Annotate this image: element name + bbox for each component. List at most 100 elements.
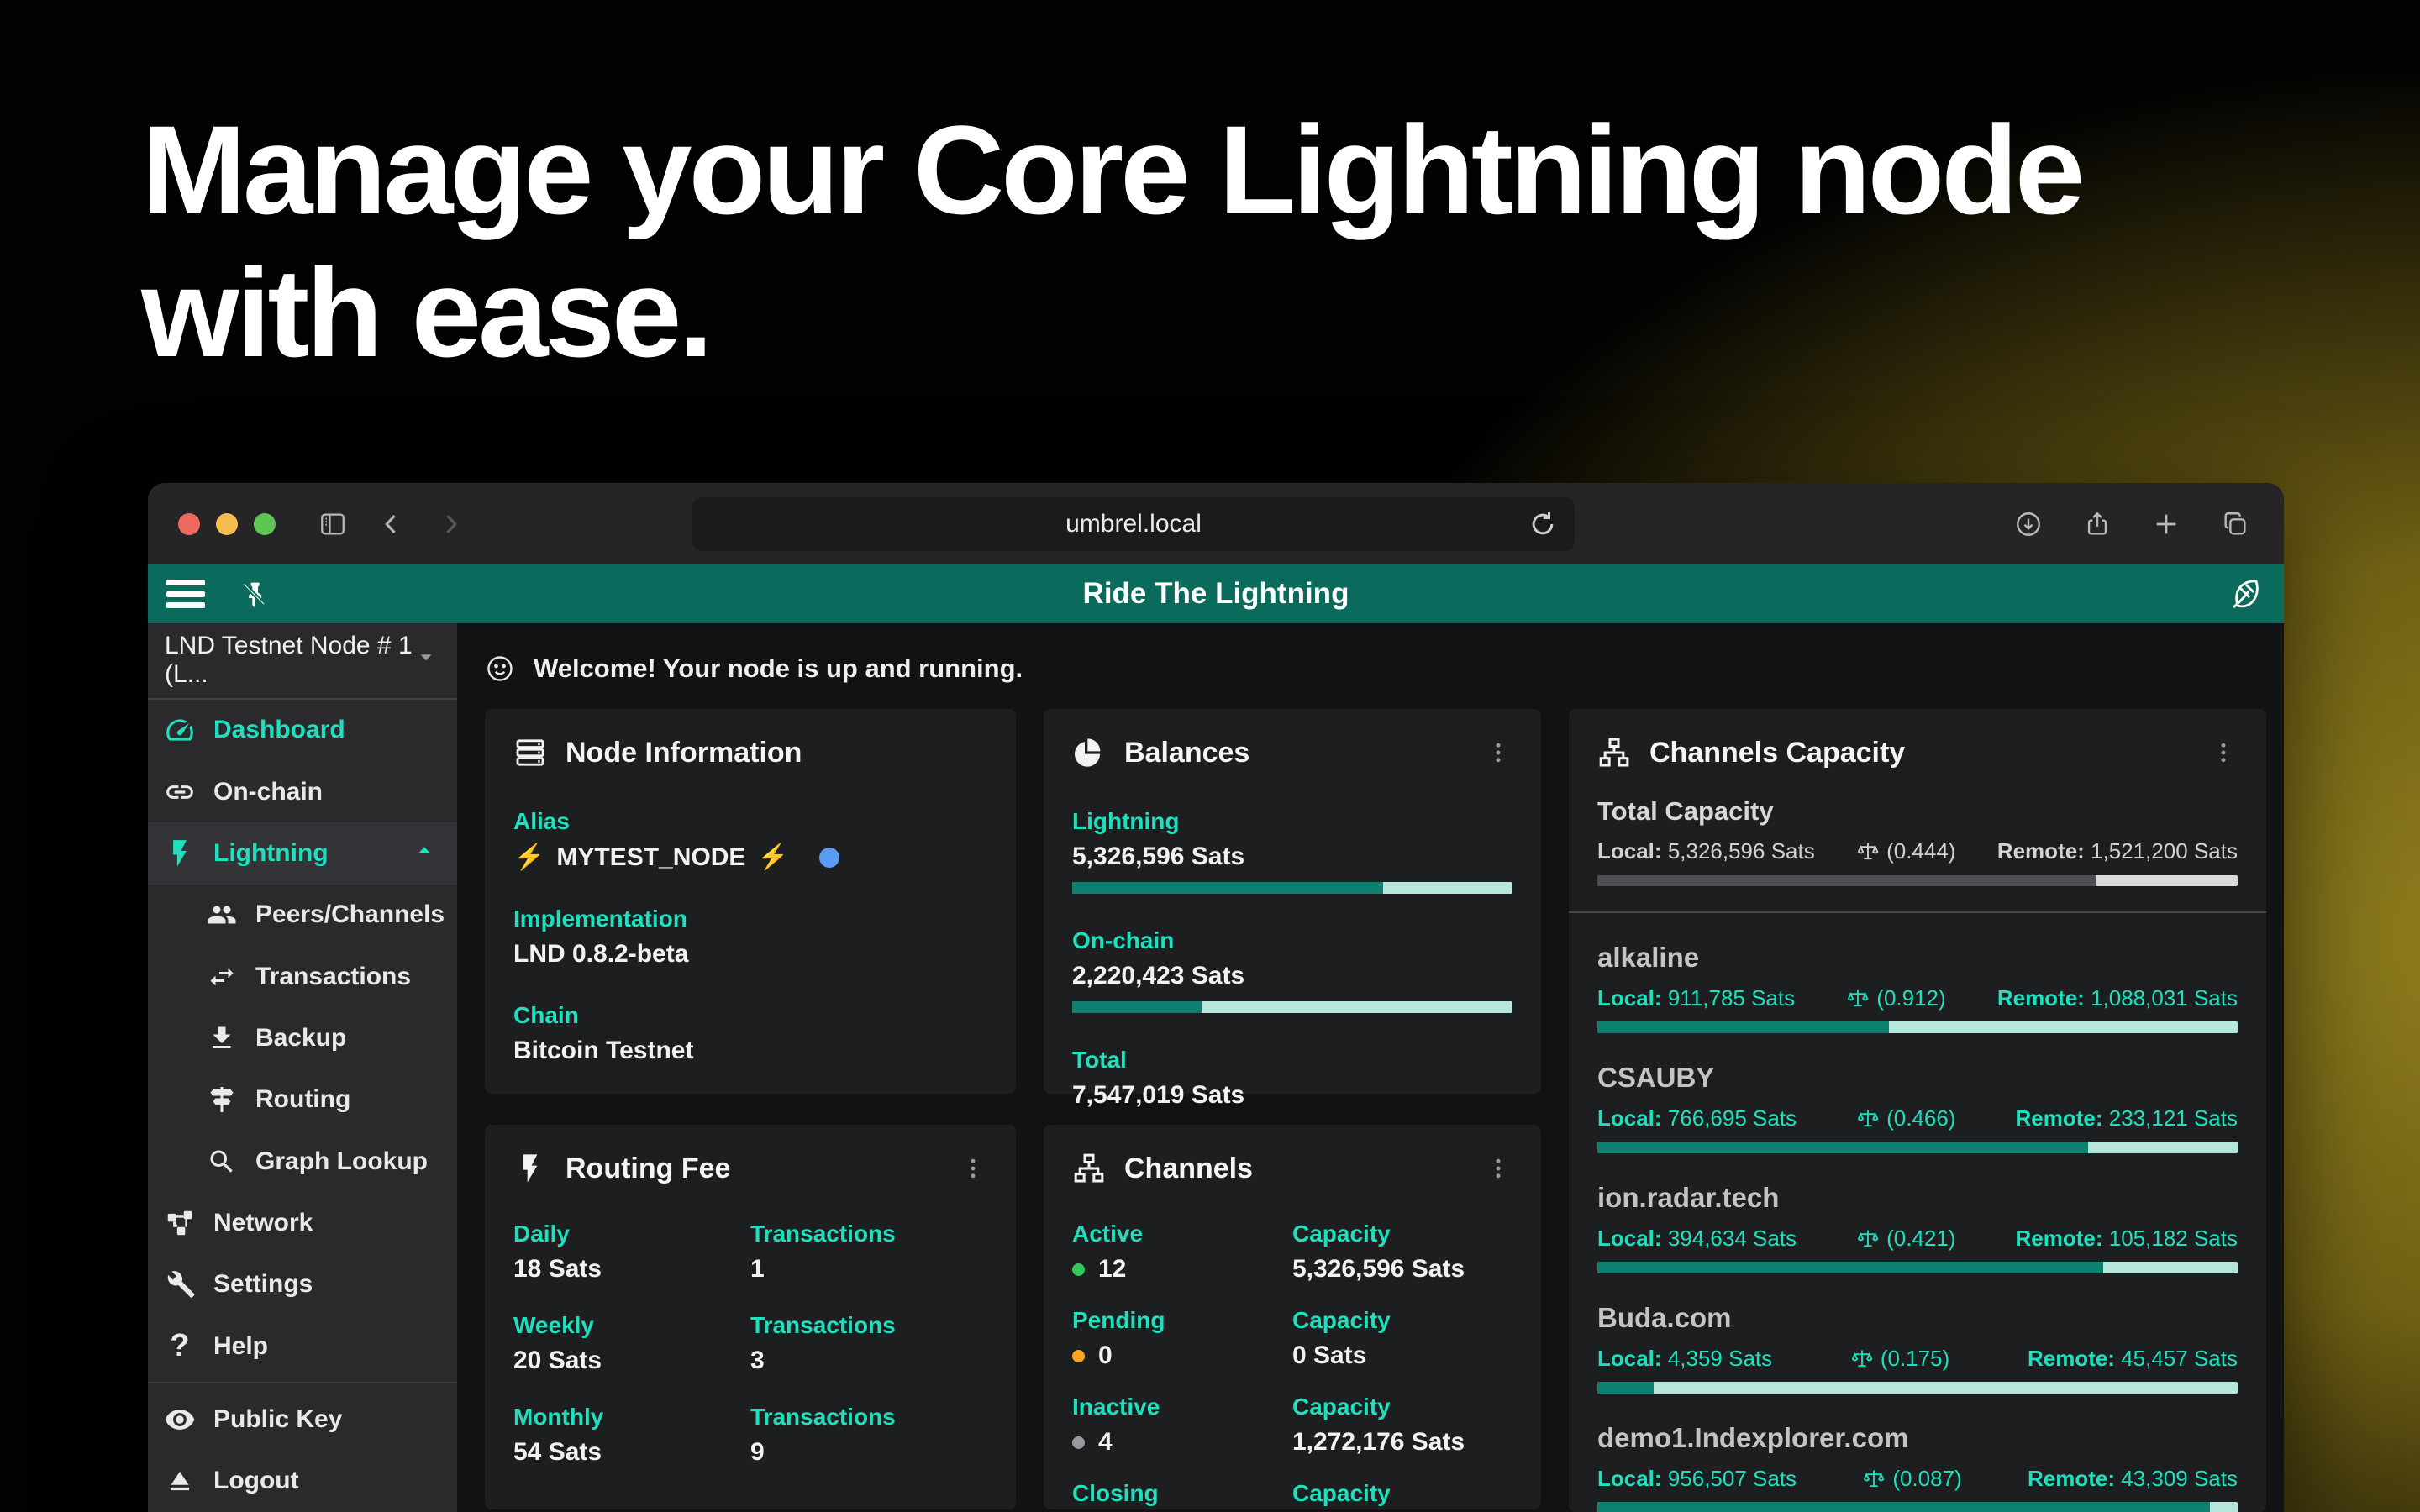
sidebar-item-network[interactable]: Network [148,1192,457,1253]
sidebar-item-logout[interactable]: Logout [148,1451,457,1512]
plus-icon [2152,510,2181,538]
balance-bar [1072,1001,1512,1013]
chevron-down-icon [415,646,437,675]
sidebar-item-routing[interactable]: Routing [148,1069,457,1131]
capacity-bar [1597,1262,2238,1273]
alias-value: ⚡MYTEST_NODE⚡ [513,843,987,872]
channel-row: demo1.Indexplorer.com Local: 956,507 Sat… [1597,1422,2238,1512]
balance-scale-icon [1850,1347,1874,1371]
balance-label: Total [1072,1047,1512,1074]
tx-cell: Transactions 9 [750,1404,987,1467]
sidebar-item-transactions[interactable]: Transactions [148,946,457,1007]
balance-scale-icon [1862,1467,1886,1491]
rtl-logo-icon [2225,574,2265,614]
capacity-bar [1597,1021,2238,1033]
more-menu-button[interactable] [959,1150,987,1187]
channel-capacity-cell: Capacity 0 Sats [1292,1480,1512,1512]
sidebar-toggle-icon [318,510,347,538]
sidebar-item-public-key[interactable]: Public Key [148,1389,457,1450]
sidebar-item-lightning[interactable]: Lightning [148,822,457,884]
more-menu-button[interactable] [2209,734,2238,771]
tx-cell: Transactions 3 [750,1312,987,1375]
back-button[interactable] [373,506,410,543]
maximize-window-button[interactable] [254,513,276,535]
sidebar-item-settings[interactable]: Settings [148,1254,457,1315]
sidebar-item-peers-channels[interactable]: Peers/Channels [148,885,457,946]
total-capacity-title: Total Capacity [1597,796,2238,827]
url-text: umbrel.local [1065,510,1202,538]
sidebar-item-label: Public Key [213,1405,342,1434]
sidebar-toggle-button[interactable] [314,506,351,543]
card-title: Node Information [566,737,802,769]
download-icon [2014,510,2043,538]
card-title: Channels Capacity [1649,737,1905,769]
sidebar-item-label: Network [213,1209,313,1237]
sidebar-item-graph-lookup[interactable]: Graph Lookup [148,1131,457,1192]
more-menu-button[interactable] [1484,1150,1512,1187]
minimize-window-button[interactable] [216,513,238,535]
new-tab-button[interactable] [2148,506,2185,543]
sidebar: LND Testnet Node # 1 (L... Dashboard On-… [148,623,457,1512]
hero-section: Manage your Core Lightning node with eas… [141,99,2242,384]
capacity-bar [1597,875,2238,886]
kebab-menu-icon [2211,740,2236,765]
eye-icon [161,1401,198,1438]
balance-scale-icon [1856,840,1880,864]
app-header: Ride The Lightning [148,564,2284,623]
pin-off-button[interactable] [237,577,271,611]
channel-capacity-cell: Capacity 5,326,596 Sats [1292,1221,1512,1284]
status-dot [1072,1263,1085,1276]
channel-row: CSAUBY Local: 766,695 Sats (0.466) Remot… [1597,1062,2238,1153]
downloads-button[interactable] [2010,506,2047,543]
bolt-emoji: ⚡ [513,843,544,872]
sidebar-item-label: Routing [255,1085,350,1114]
lightning-bolt-icon [513,1152,547,1185]
chevron-right-icon [436,510,465,538]
sidebar-item-label: Lightning [213,839,329,868]
channel-name: alkaline [1597,942,2238,974]
chain-value: Bitcoin Testnet [513,1037,987,1065]
sidebar-item-label: Transactions [255,963,411,991]
swap-arrows-icon [203,958,240,995]
dashboard-icon [161,711,198,748]
reload-icon [1526,507,1560,541]
balance-value: 2,220,423 Sats [1072,962,1512,990]
status-dot [1072,1350,1085,1362]
sidebar-divider [148,1382,457,1383]
reload-button[interactable] [1526,507,1560,541]
welcome-message: Welcome! Your node is up and running. [485,647,2269,690]
menu-button[interactable] [166,580,205,608]
sidebar-item-help[interactable]: ? Help [148,1315,457,1377]
share-button[interactable] [2079,506,2116,543]
sidebar-item-dashboard[interactable]: Dashboard [148,700,457,761]
channel-name: CSAUBY [1597,1062,2238,1094]
tools-icon [161,1266,198,1303]
network-icon [161,1205,198,1242]
chain-label: Chain [513,1002,987,1029]
balance-label: Lightning [1072,808,1512,835]
balances-card: Balances Lightning 5,326,596 Sats On-cha… [1044,709,1541,1094]
channel-status-cell: Inactive 4 [1072,1394,1292,1457]
link-icon [161,774,198,811]
forward-button[interactable] [432,506,469,543]
tx-cell: Transactions 1 [750,1221,987,1284]
card-title: Routing Fee [566,1152,730,1185]
sidebar-item-label: Dashboard [213,716,345,744]
close-window-button[interactable] [178,513,200,535]
balance-scale-icon [1856,1227,1880,1251]
signpost-icon [203,1081,240,1118]
more-menu-button[interactable] [1484,734,1512,771]
sidebar-item-label: Logout [213,1467,299,1495]
toolbar-actions [1978,506,2254,543]
search-icon [203,1143,240,1180]
channel-row: ion.radar.tech Local: 394,634 Sats (0.42… [1597,1182,2238,1273]
tab-overview-button[interactable] [2217,506,2254,543]
sidebar-item-label: On-chain [213,778,323,806]
sidebar-item-onchain[interactable]: On-chain [148,761,457,822]
address-bar[interactable]: umbrel.local [692,497,1575,551]
node-selector[interactable]: LND Testnet Node # 1 (L... [148,623,457,700]
lightning-bolt-icon [161,835,198,872]
kebab-menu-icon [1486,1156,1511,1181]
sidebar-item-backup[interactable]: Backup [148,1007,457,1068]
node-information-card: Node Information Alias ⚡MYTEST_NODE⚡ Imp… [485,709,1016,1094]
